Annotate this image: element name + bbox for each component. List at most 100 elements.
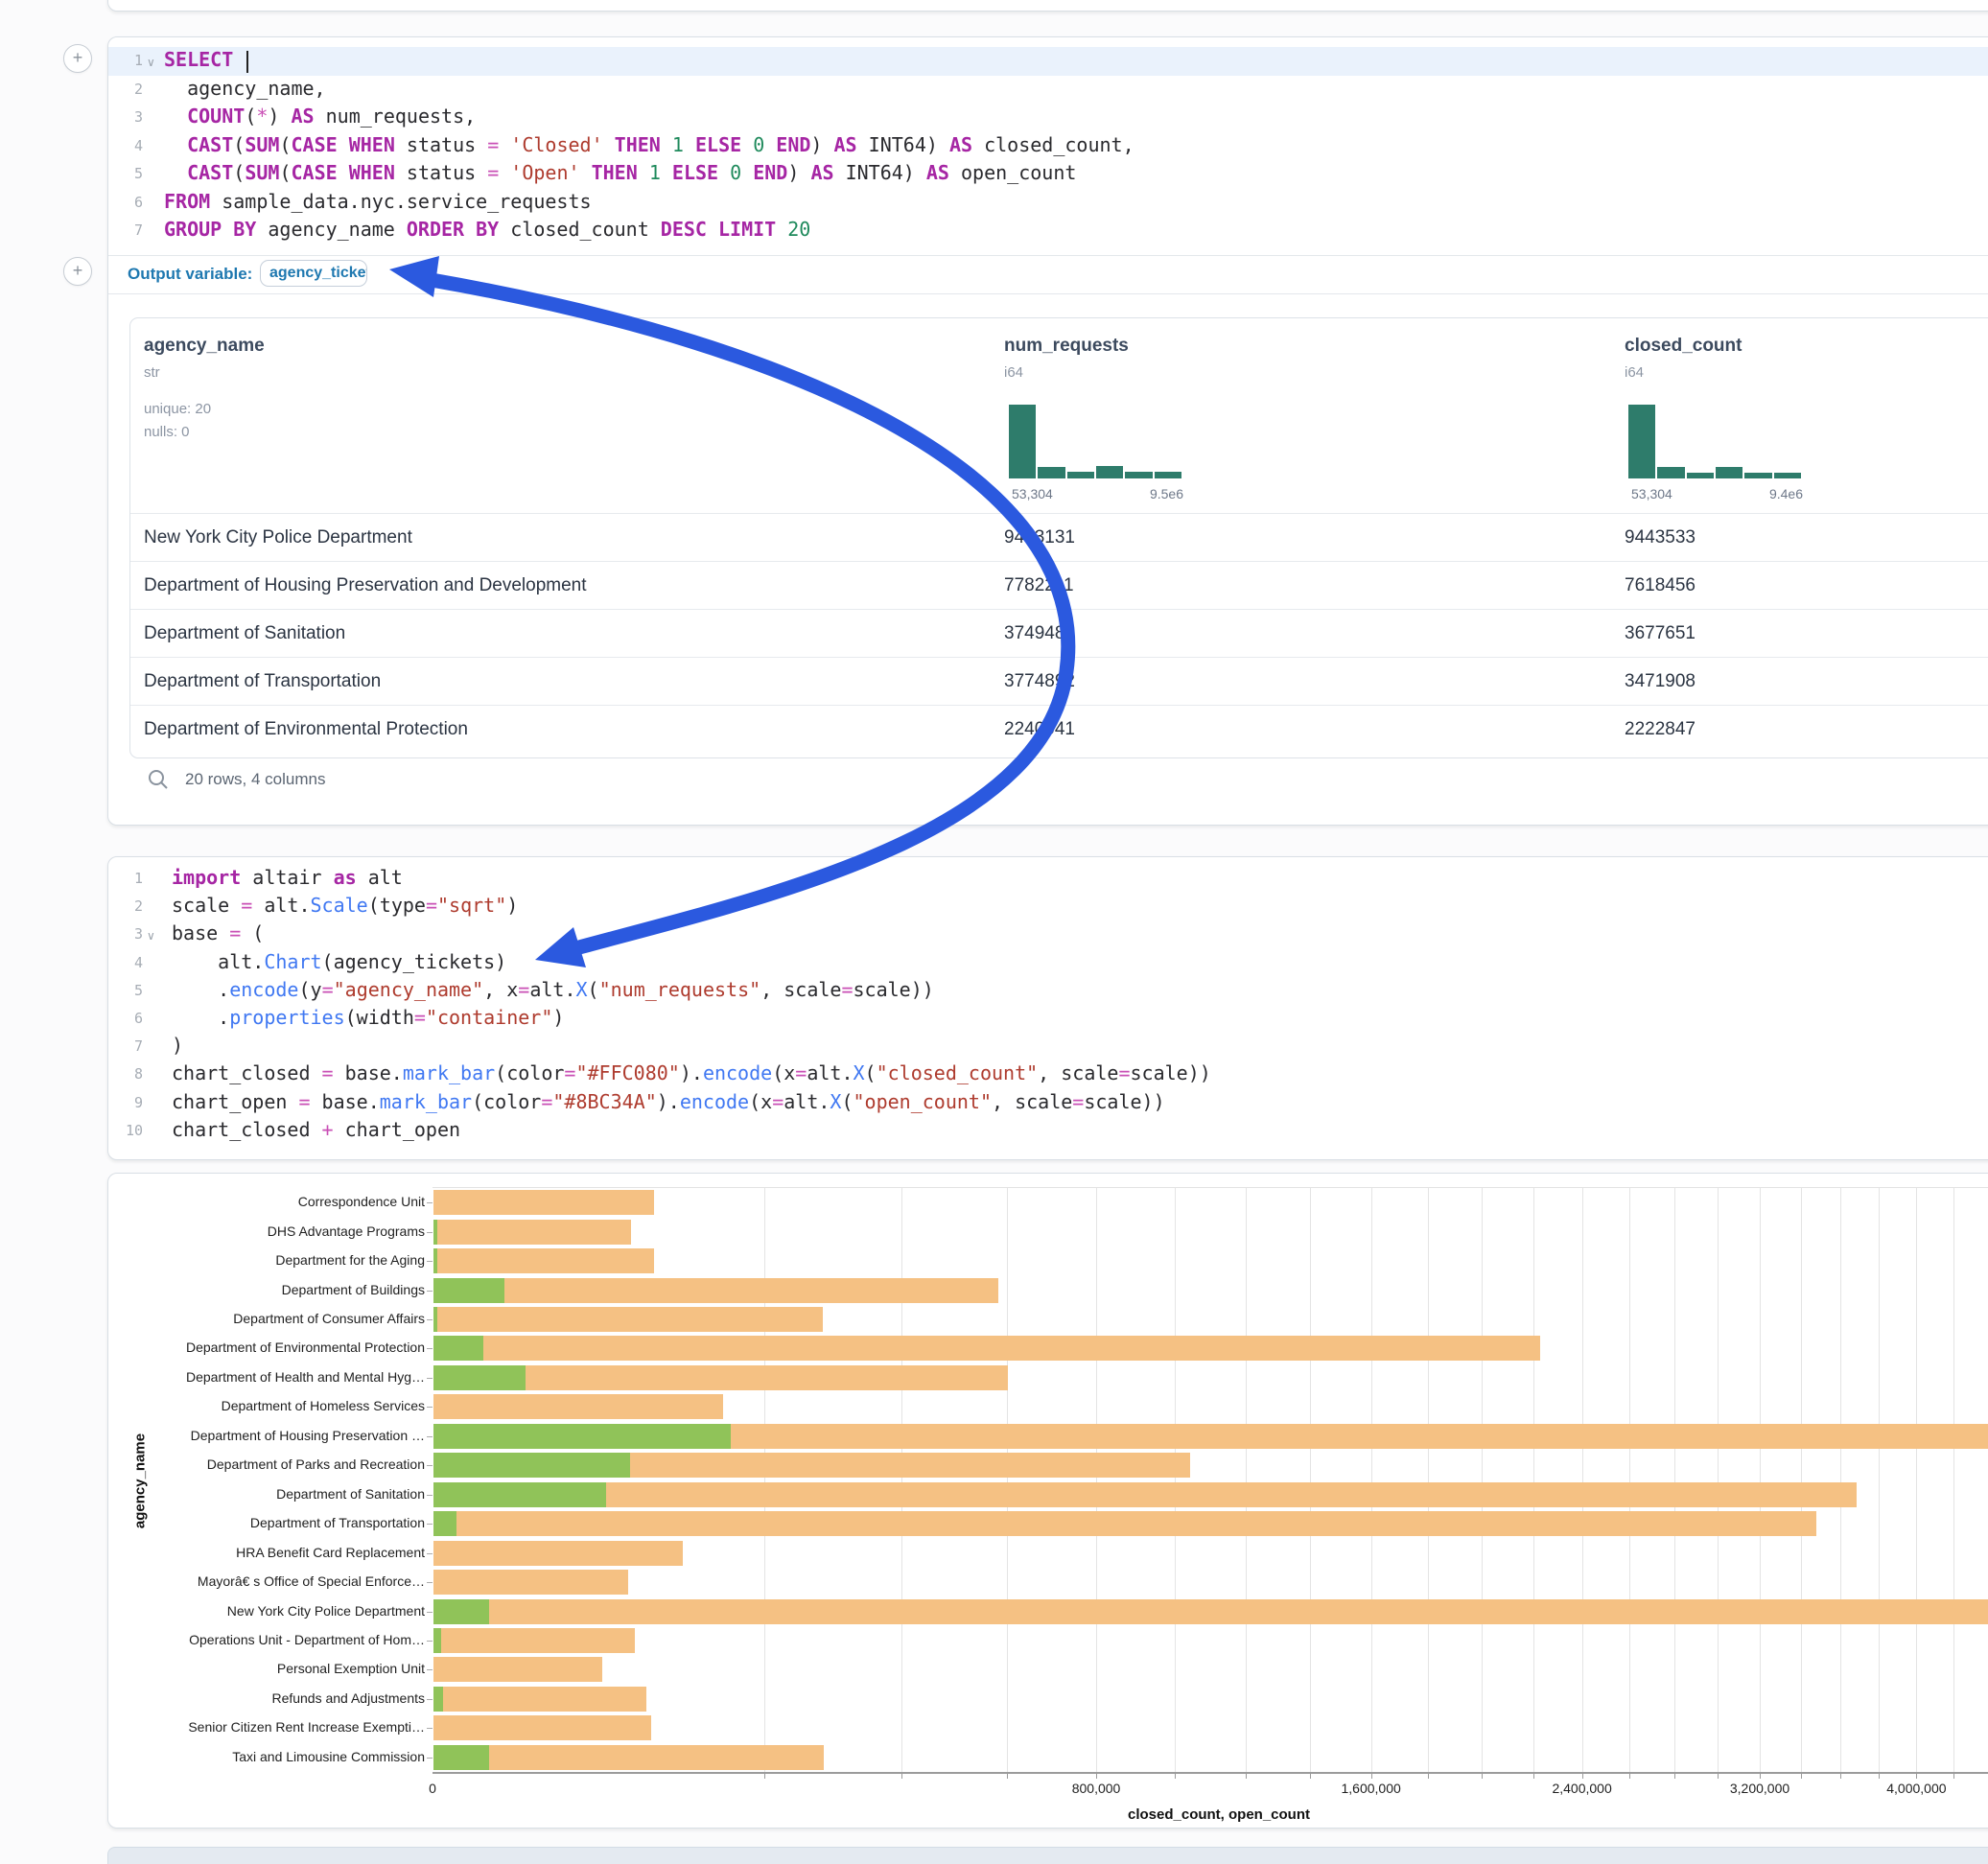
output-variable-pill[interactable]: agency_tickets	[260, 260, 367, 287]
table-row[interactable]: New York City Police Department945313194…	[130, 513, 1988, 562]
line-number: 10	[108, 1122, 143, 1139]
table-cell: 2240041	[1004, 706, 1075, 753]
table-row[interactable]: Department of Housing Preservation and D…	[130, 561, 1988, 610]
y-axis-label: Department of Consumer Affairs	[108, 1311, 425, 1326]
code-line: .encode(y="agency_name", x=alt.X("num_re…	[172, 978, 1988, 1001]
results-table[interactable]: agency_name str unique: 20 nulls: 0 num_…	[129, 317, 1988, 758]
histogram-bar	[1155, 472, 1181, 478]
y-tick	[427, 1582, 433, 1583]
code-line: .properties(width="container")	[172, 1006, 1988, 1029]
x-tick	[764, 1773, 765, 1779]
table-cell: 3677651	[1625, 610, 1696, 657]
x-tick	[1246, 1773, 1247, 1779]
x-tick	[1175, 1773, 1176, 1779]
add-cell-button[interactable]: +	[63, 44, 92, 73]
bar-closed-count	[433, 1687, 646, 1712]
table-row[interactable]: Department of Environmental Protection 22…	[130, 705, 1988, 754]
histogram-bar	[1067, 472, 1094, 478]
gridline	[1760, 1188, 1761, 1772]
code-line: GROUP BY agency_name ORDER BY closed_cou…	[164, 218, 1988, 241]
gridline	[1953, 1188, 1954, 1772]
y-tick	[427, 1378, 433, 1379]
bar-open-count	[433, 1278, 504, 1303]
x-axis-label: 2,400,000	[1552, 1781, 1611, 1796]
divider	[108, 293, 1988, 294]
y-axis-label: Senior Citizen Rent Increase Exempti…	[108, 1719, 425, 1735]
search-icon[interactable]	[147, 768, 170, 791]
histogram-closed-count	[1628, 405, 1803, 478]
histogram-max-label: 9.5e6	[1009, 486, 1183, 501]
bar-closed-count	[433, 1570, 628, 1595]
histogram-num-requests	[1009, 405, 1183, 478]
line-number: 6	[108, 194, 143, 211]
column-header-agency-name: agency_name	[144, 336, 265, 357]
y-axis-label: Department of Housing Preservation …	[108, 1428, 425, 1443]
table-row[interactable]: Department of Transportation377489234719…	[130, 657, 1988, 706]
y-tick	[427, 1524, 433, 1525]
bar-open-count	[433, 1336, 483, 1361]
code-line: CAST(SUM(CASE WHEN status = 'Closed' THE…	[164, 133, 1988, 156]
bar-closed-count	[433, 1220, 631, 1245]
line-number: 8	[108, 1065, 143, 1083]
fold-chevron-icon[interactable]: ∨	[147, 929, 155, 943]
gridline	[1879, 1188, 1880, 1772]
histogram-bar	[1628, 405, 1655, 478]
table-row[interactable]: Department of Sanitation37494853677651	[130, 609, 1988, 658]
y-axis-label: Department of Homeless Services	[108, 1398, 425, 1413]
add-cell-button-2[interactable]: +	[63, 257, 92, 286]
gridline	[1916, 1188, 1917, 1772]
y-axis-label: Department of Transportation	[108, 1515, 425, 1530]
sql-editor[interactable]: 1∨SELECT2 agency_name,3 COUNT(*) AS num_…	[108, 37, 1988, 255]
gridline	[1801, 1188, 1802, 1772]
x-tick	[1674, 1773, 1675, 1779]
bar-open-count	[433, 1220, 437, 1245]
divider	[108, 255, 1988, 256]
gridline	[1246, 1188, 1247, 1772]
histogram-bar	[1096, 466, 1123, 478]
histogram-bar	[1657, 467, 1684, 478]
bar-closed-count	[433, 1190, 654, 1215]
y-tick	[427, 1348, 433, 1349]
gridline	[1175, 1188, 1176, 1772]
y-tick	[427, 1495, 433, 1496]
bar-closed-count	[433, 1307, 823, 1332]
histogram-bar	[1716, 467, 1742, 478]
y-tick	[427, 1641, 433, 1642]
column-type: i64	[1625, 364, 1644, 381]
y-tick	[427, 1436, 433, 1437]
gridline	[1482, 1188, 1483, 1772]
x-tick	[1879, 1773, 1880, 1779]
code-line: agency_name,	[164, 77, 1988, 100]
bar-open-count	[433, 1511, 456, 1536]
next-cell-collapsed[interactable]	[107, 1847, 1988, 1864]
x-axis-title: closed_count, open_count	[1128, 1806, 1310, 1823]
line-number: 2	[108, 897, 143, 915]
bar-closed-count	[433, 1511, 1816, 1536]
line-number: 7	[108, 221, 143, 239]
x-tick	[1953, 1773, 1954, 1779]
python-editor[interactable]: 1import altair as alt2scale = alt.Scale(…	[108, 857, 1988, 1159]
gridline	[1533, 1188, 1534, 1772]
table-cell: Department of Sanitation	[144, 610, 345, 657]
column-meta-unique: unique: 20	[144, 401, 211, 417]
table-cell: New York City Police Department	[144, 514, 412, 561]
y-axis-label: New York City Police Department	[108, 1603, 425, 1619]
table-cell: Department of Environmental Protection	[144, 706, 468, 753]
output-variable-label: Output variable:	[128, 265, 252, 284]
table-cell: 9453131	[1004, 514, 1075, 561]
y-axis-label: DHS Advantage Programs	[108, 1223, 425, 1239]
gridline	[1629, 1188, 1630, 1772]
bar-open-count	[433, 1453, 630, 1478]
y-axis-label: Correspondence Unit	[108, 1194, 425, 1209]
gridline	[764, 1188, 765, 1772]
table-footer-summary: 20 rows, 4 columns	[185, 770, 325, 789]
gridline	[1674, 1188, 1675, 1772]
x-tick	[1629, 1773, 1630, 1779]
bar-open-count	[433, 1745, 489, 1770]
gridline	[1096, 1188, 1097, 1772]
bar-closed-count	[433, 1657, 602, 1682]
bar-open-count	[433, 1424, 731, 1449]
gridline	[1428, 1188, 1429, 1772]
fold-chevron-icon[interactable]: ∨	[147, 56, 155, 69]
line-number: 5	[108, 982, 143, 999]
